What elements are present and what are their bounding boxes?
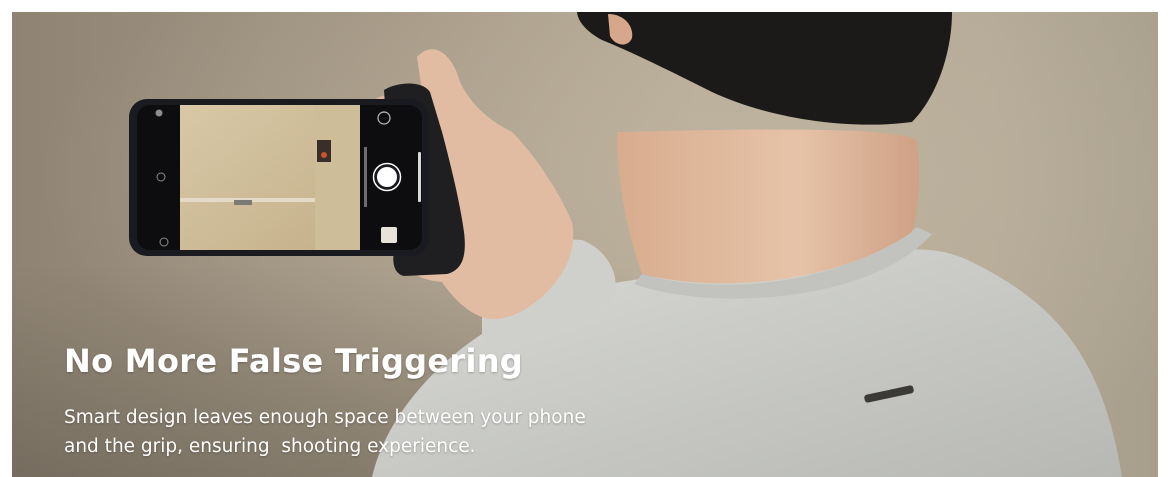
banner-description: Smart design leaves enough space between…	[64, 403, 664, 461]
zoom-indicator	[418, 152, 421, 202]
banner-description-line-1: Smart design leaves enough space between…	[64, 407, 586, 428]
viewfinder-vent	[234, 200, 252, 205]
mode-labels	[364, 147, 367, 207]
flash-icon	[155, 109, 163, 117]
viewfinder-sign	[317, 140, 331, 162]
shutter-button	[375, 165, 399, 189]
banner-headline: No More False Triggering	[64, 342, 524, 380]
banner-description-line-2: and the grip, ensuring shooting experien…	[64, 436, 476, 457]
viewfinder-sign-dot	[321, 152, 327, 158]
viewfinder-wall-edge	[315, 105, 360, 250]
gallery-thumbnail	[381, 227, 397, 243]
product-banner: No More False Triggering Smart design le…	[12, 12, 1158, 477]
